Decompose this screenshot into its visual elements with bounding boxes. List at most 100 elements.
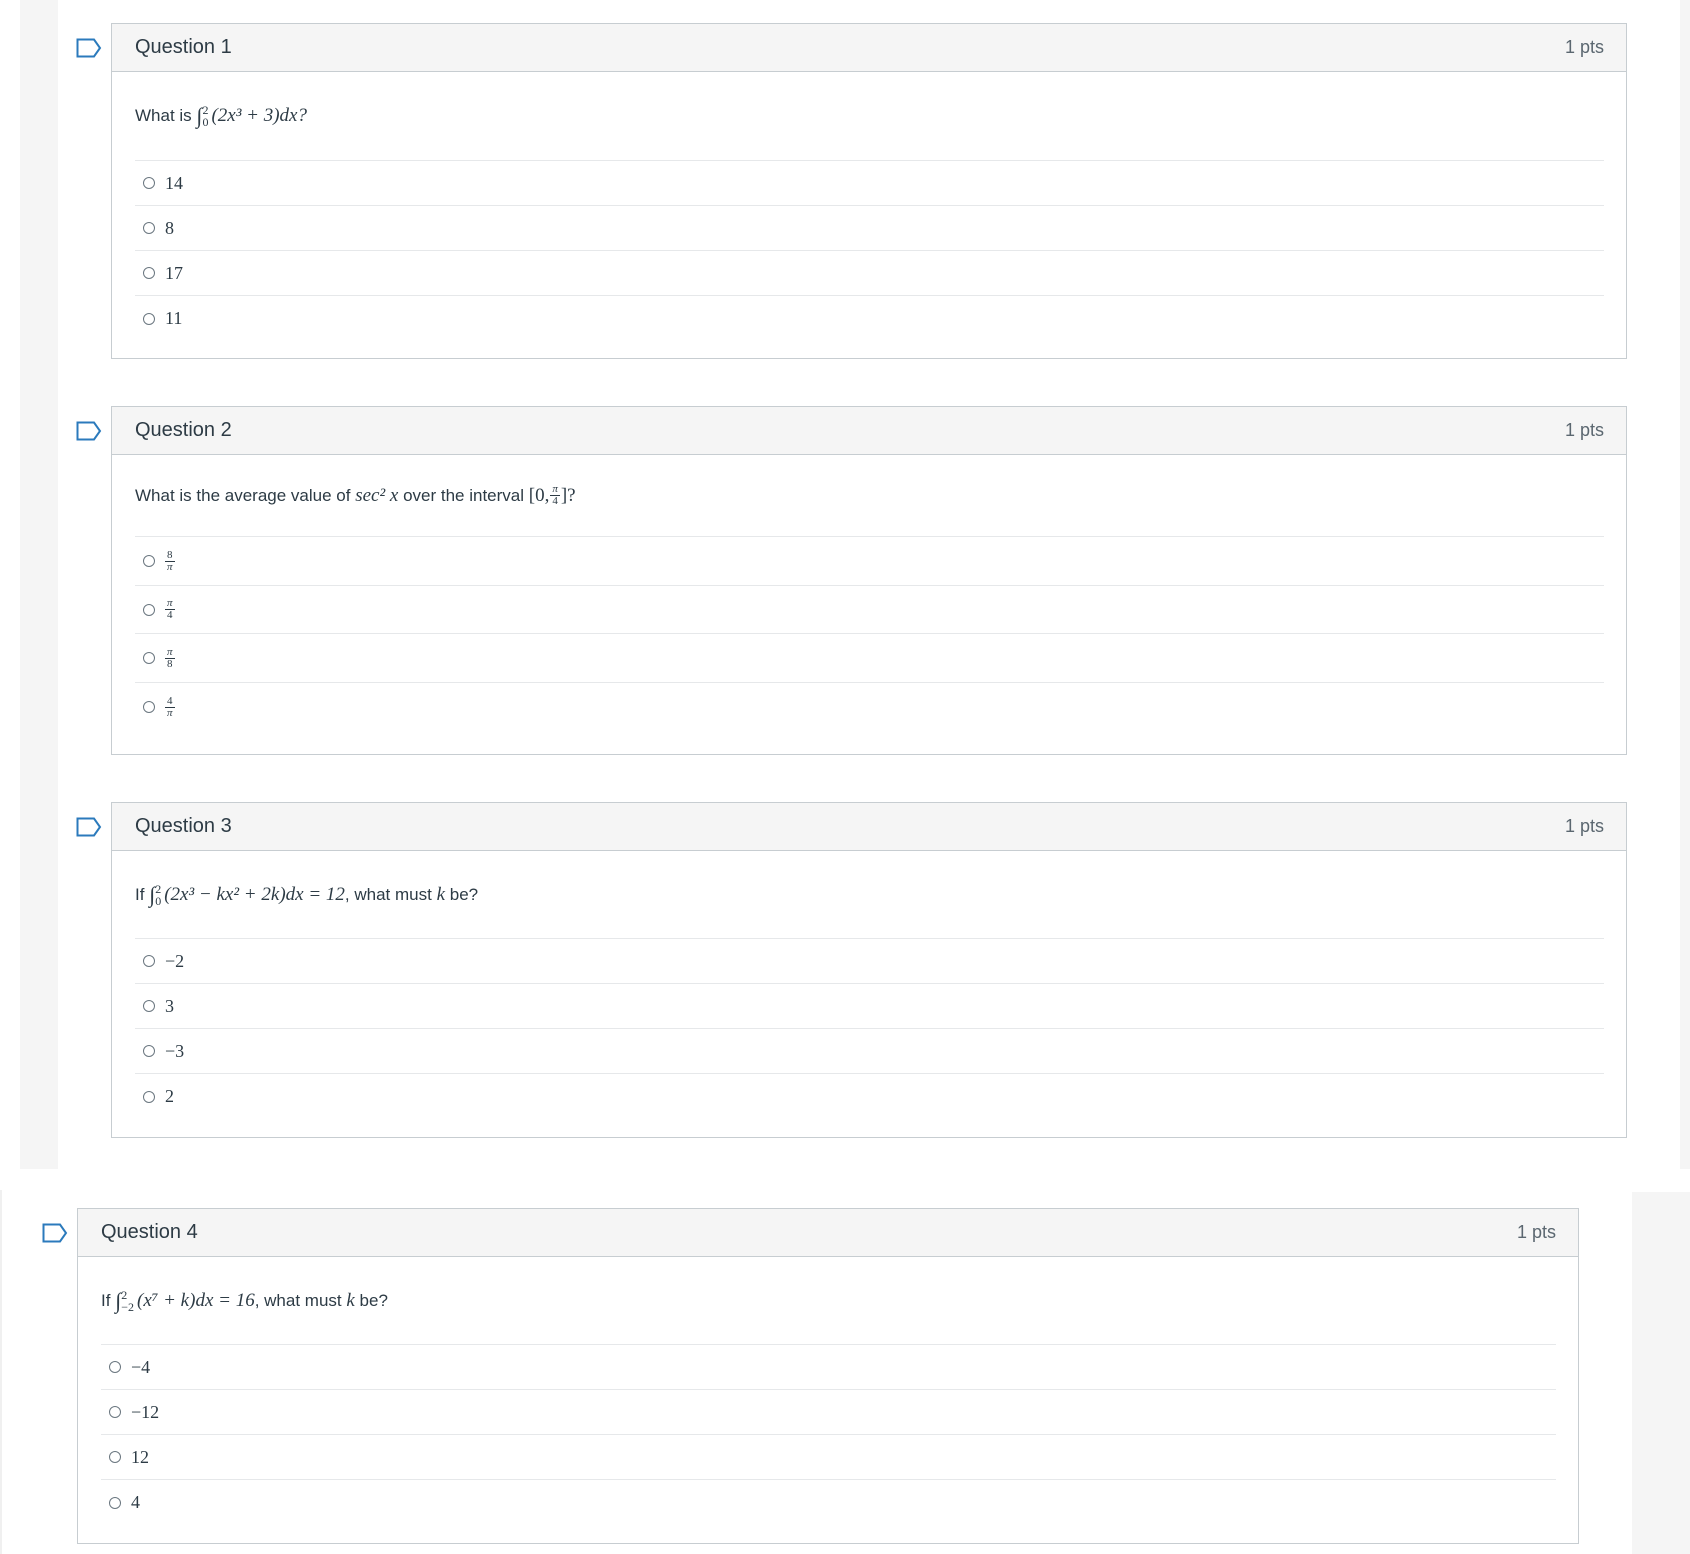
- fraction-numerator: 4: [165, 694, 175, 708]
- flag-question-icon[interactable]: [76, 817, 102, 837]
- integrand: (2x³ + 3)dx: [211, 105, 298, 126]
- answer-list: 14 8 17 11: [135, 160, 1604, 341]
- right-margin-strip-lower: [1632, 1192, 1690, 1554]
- flag-question-icon[interactable]: [76, 421, 102, 441]
- answer-option[interactable]: 8: [135, 206, 1604, 251]
- radio-button[interactable]: [143, 312, 155, 325]
- answer-option[interactable]: −4: [101, 1345, 1556, 1390]
- fraction-denominator: 8: [167, 657, 173, 670]
- answer-fraction: π4: [165, 598, 175, 621]
- answer-list: 8π π4 π8 4π: [135, 536, 1604, 731]
- integrand: (x⁷ + k)dx = 16: [137, 1289, 255, 1311]
- answer-option[interactable]: 4: [101, 1480, 1556, 1525]
- radio-button[interactable]: [143, 955, 155, 967]
- answer-list: −4 −12 12 4: [101, 1344, 1556, 1525]
- integral-expression: ∫ 2 −2: [115, 1287, 134, 1314]
- prompt-text: If: [101, 1290, 111, 1310]
- flag-question-icon[interactable]: [42, 1223, 68, 1243]
- question-header: Question 4 1 pts: [78, 1209, 1578, 1257]
- radio-button[interactable]: [143, 177, 155, 189]
- question-points: 1 pts: [1516, 1222, 1556, 1242]
- integral-lower-limit: 0: [202, 115, 209, 129]
- answer-label: −2: [165, 950, 185, 971]
- question-points: 1 pts: [1564, 420, 1604, 440]
- left-margin-strip-lower: [0, 1190, 26, 1554]
- answer-fraction: 8π: [165, 548, 175, 573]
- answer-option[interactable]: −3: [135, 1029, 1604, 1074]
- fraction-denominator: 4: [167, 609, 173, 621]
- radio-button[interactable]: [109, 1451, 121, 1463]
- answer-label: 8: [165, 217, 174, 238]
- answer-label: 17: [165, 262, 183, 283]
- integral-upper-limit: 2: [155, 881, 162, 896]
- answer-option[interactable]: 3: [135, 984, 1604, 1029]
- answer-option[interactable]: 11: [135, 296, 1604, 341]
- radio-button[interactable]: [143, 1045, 155, 1057]
- interval-fraction: π4: [550, 484, 560, 507]
- radio-button[interactable]: [143, 603, 155, 616]
- variable: k: [346, 1289, 355, 1311]
- question-card: Question 1 1 pts What is ∫ 2 0 (2x³ + 3)dx…: [111, 23, 1627, 359]
- answer-fraction: 4π: [165, 694, 175, 719]
- prompt-text-suffix: , what must: [344, 884, 432, 904]
- radio-button[interactable]: [143, 1090, 155, 1103]
- radio-button[interactable]: [143, 1000, 155, 1012]
- fraction-numerator: π: [165, 645, 175, 659]
- answer-option[interactable]: 4π: [135, 683, 1604, 731]
- question-title: Question 3: [135, 815, 232, 837]
- answer-label: 4: [131, 1492, 140, 1512]
- answer-option[interactable]: 8π: [135, 537, 1604, 586]
- integral-lower-limit: 0: [155, 893, 162, 908]
- answer-option[interactable]: 17: [135, 251, 1604, 296]
- integral-expression: ∫ 2 0: [196, 103, 209, 129]
- question-header: Question 3 1 pts: [112, 803, 1626, 851]
- question-title: Question 2: [135, 419, 232, 441]
- radio-button[interactable]: [109, 1496, 121, 1509]
- answer-option[interactable]: 2: [135, 1074, 1604, 1119]
- answer-label: 12: [131, 1446, 149, 1467]
- answer-label: 14: [165, 172, 183, 193]
- answer-option[interactable]: −2: [135, 939, 1604, 984]
- fraction-denominator: π: [167, 560, 173, 573]
- radio-button[interactable]: [143, 555, 155, 567]
- integrand: (2x³ − kx² + 2k)dx = 12: [164, 883, 345, 905]
- answer-label: −4: [131, 1356, 151, 1377]
- right-margin-strip: [1680, 0, 1690, 1169]
- fraction-denominator: 4: [552, 495, 558, 507]
- integral-lower-limit: −2: [121, 1299, 134, 1314]
- question-prompt: If ∫ 2 0 (2x³ − kx² + 2k)dx = 12, what mus…: [135, 851, 1604, 938]
- question-prompt: If ∫ 2 −2 (x⁷ + k)dx = 16, what must k be?: [101, 1257, 1556, 1344]
- variable: k: [436, 883, 445, 905]
- question-card: Question 2 1 pts What is the average val…: [111, 406, 1627, 755]
- question-prompt: What is ∫ 2 0 (2x³ + 3)dx?: [135, 72, 1604, 160]
- answer-label: 3: [165, 995, 174, 1016]
- radio-button[interactable]: [143, 267, 155, 279]
- question-title: Question 4: [101, 1221, 198, 1243]
- question-header: Question 2 1 pts: [112, 407, 1626, 455]
- question-points: 1 pts: [1564, 37, 1604, 57]
- radio-button[interactable]: [143, 652, 155, 664]
- radio-button[interactable]: [109, 1406, 121, 1418]
- radio-button[interactable]: [143, 222, 155, 234]
- answer-option[interactable]: −12: [101, 1390, 1556, 1435]
- flag-question-icon[interactable]: [76, 38, 102, 58]
- answer-option[interactable]: π4: [135, 586, 1604, 634]
- answer-list: −2 3 −3 2: [135, 938, 1604, 1119]
- prompt-text: What is: [135, 106, 192, 125]
- function-expression: sec² x: [355, 484, 399, 506]
- prompt-text-end: be?: [359, 1290, 388, 1310]
- question-card: Question 4 1 pts If ∫ 2 −2 (x⁷ + k)dx = 16…: [77, 1208, 1579, 1544]
- prompt-suffix: ?: [297, 105, 308, 126]
- answer-option[interactable]: 14: [135, 161, 1604, 206]
- question-title: Question 1: [135, 36, 232, 58]
- integral-expression: ∫ 2 0: [149, 881, 162, 908]
- interval-close: ]?: [560, 484, 576, 506]
- answer-option[interactable]: π8: [135, 634, 1604, 683]
- radio-button[interactable]: [143, 701, 155, 713]
- question-header: Question 1 1 pts: [112, 24, 1626, 72]
- radio-button[interactable]: [109, 1361, 121, 1373]
- fraction-numerator: 8: [165, 548, 175, 562]
- fraction-denominator: π: [167, 706, 173, 719]
- prompt-text: What is the average value of: [135, 485, 351, 505]
- answer-option[interactable]: 12: [101, 1435, 1556, 1480]
